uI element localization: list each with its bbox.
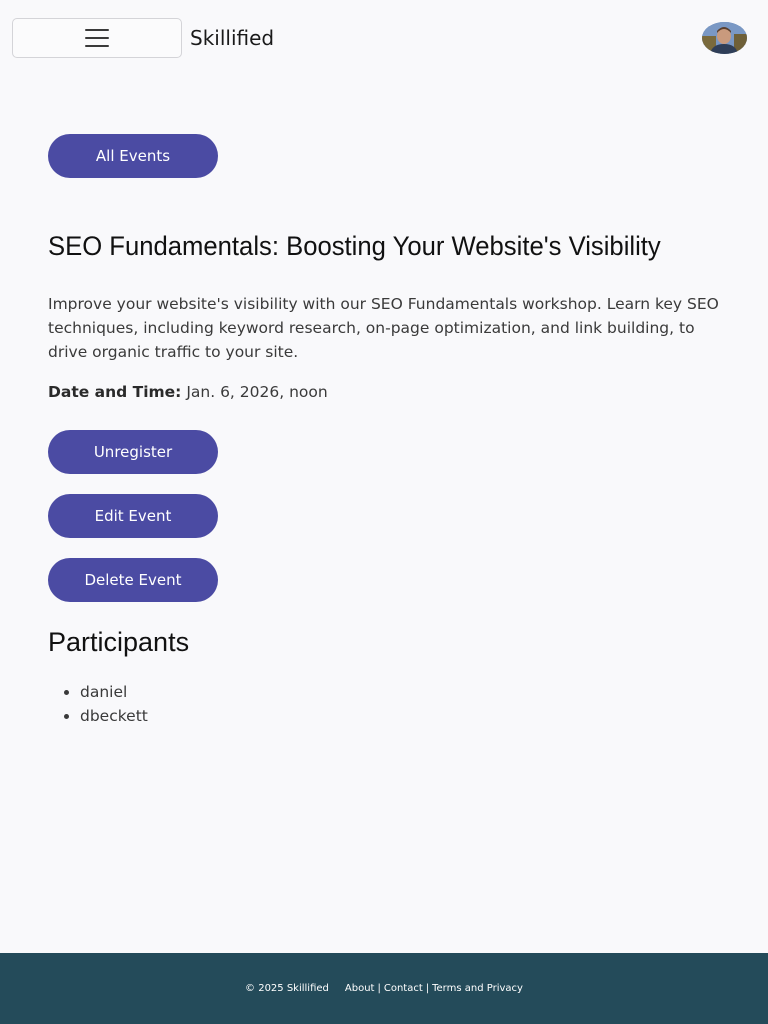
delete-event-button[interactable]: Delete Event xyxy=(48,558,218,602)
unregister-button[interactable]: Unregister xyxy=(48,430,218,474)
brand-link[interactable]: Skillified xyxy=(190,24,274,52)
hamburger-icon xyxy=(85,29,109,47)
datetime-label: Date and Time: xyxy=(48,383,182,401)
top-navbar: Skillified xyxy=(0,0,768,76)
footer-separator: | xyxy=(425,983,430,994)
footer-link-terms[interactable]: Terms and Privacy xyxy=(432,983,523,994)
avatar-icon xyxy=(702,22,747,54)
participant-item: daniel xyxy=(80,680,728,704)
page-footer: © 2025 Skillified About | Contact | Term… xyxy=(0,953,768,1024)
user-avatar[interactable] xyxy=(702,22,747,54)
participants-heading: Participants xyxy=(48,627,190,657)
event-actions: Unregister Edit Event Delete Event xyxy=(48,430,728,602)
footer-link-contact[interactable]: Contact xyxy=(384,983,423,994)
event-title: SEO Fundamentals: Boosting Your Website'… xyxy=(48,231,661,261)
participants-list: daniel dbeckett xyxy=(48,680,728,728)
participant-item: dbeckett xyxy=(80,704,728,728)
all-events-button[interactable]: All Events xyxy=(48,134,218,178)
footer-link-about[interactable]: About xyxy=(345,983,375,994)
menu-toggle-button[interactable] xyxy=(12,18,182,58)
event-description: Improve your website's visibility with o… xyxy=(48,295,719,361)
edit-event-button[interactable]: Edit Event xyxy=(48,494,218,538)
datetime-value: Jan. 6, 2026, noon xyxy=(186,383,328,401)
event-datetime: Date and Time: Jan. 6, 2026, noon xyxy=(48,380,728,404)
footer-separator: | xyxy=(377,983,381,994)
copyright-text: © 2025 Skillified xyxy=(245,983,329,994)
event-detail: All Events SEO Fundamentals: Boosting Yo… xyxy=(48,134,728,728)
